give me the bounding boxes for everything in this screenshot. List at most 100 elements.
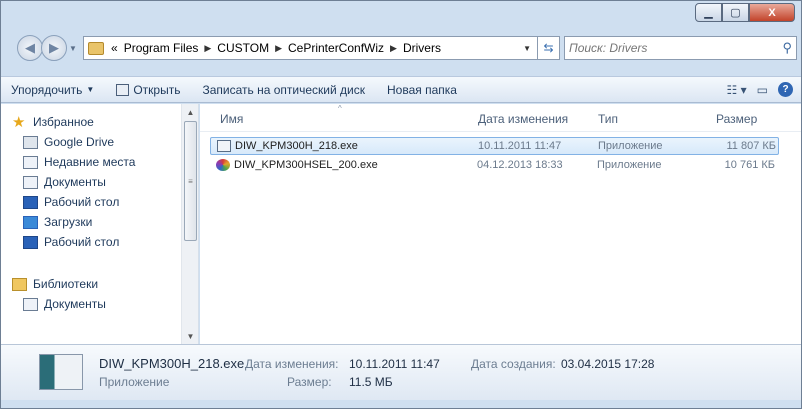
breadcrumb-program-files[interactable]: Program Files xyxy=(124,41,199,55)
back-arrow-icon: ◀ xyxy=(25,40,35,55)
details-size-label: Размер: xyxy=(287,375,332,389)
google-drive-icon xyxy=(23,135,38,149)
nav-label: Google Drive xyxy=(44,135,115,149)
file-type: Приложение xyxy=(598,140,663,152)
nav-desktop-2[interactable]: Рабочий стол xyxy=(1,232,181,252)
breadcrumb-separator-icon[interactable]: ▶ xyxy=(204,43,211,54)
column-date-modified[interactable]: Дата изменения xyxy=(478,112,568,126)
libraries-icon xyxy=(12,277,27,291)
nav-libraries[interactable]: Библиотеки xyxy=(1,274,181,294)
nav-desktop[interactable]: Рабочий стол xyxy=(1,192,181,212)
view-options-icon[interactable]: ☷ ▾ xyxy=(727,83,747,97)
folder-icon xyxy=(88,41,104,55)
document-icon xyxy=(23,175,38,189)
refresh-button[interactable]: ⇆ xyxy=(538,36,560,60)
column-size[interactable]: Размер xyxy=(716,112,757,126)
column-name[interactable]: Имя xyxy=(220,112,243,126)
nav-label: Рабочий стол xyxy=(44,195,120,209)
toolbar-right: ☷ ▾ ▭ ? xyxy=(727,82,793,97)
minimize-icon: ▁ xyxy=(704,7,713,19)
search-input[interactable] xyxy=(569,41,783,55)
file-size: 10 761 КБ xyxy=(724,159,775,171)
nav-scrollbar[interactable]: ▲ ≡ ▼ xyxy=(181,104,198,344)
file-date: 10.11.2011 11:47 xyxy=(478,140,562,152)
breadcrumb-drivers[interactable]: Drivers xyxy=(403,41,441,55)
breadcrumb-ceprinterconfwiz[interactable]: CePrinterConfWiz xyxy=(288,41,384,55)
nav-label: Загрузки xyxy=(44,215,93,229)
navigation-pane: ★ Избранное Google Drive Недавние места Д… xyxy=(1,104,199,344)
back-button[interactable]: ◀ xyxy=(17,35,43,61)
search-box[interactable]: ⚲ xyxy=(564,36,797,60)
nav-label: Библиотеки xyxy=(33,277,99,291)
nav-documents[interactable]: Документы xyxy=(1,172,181,192)
breadcrumb-separator-icon[interactable]: ▶ xyxy=(390,43,397,54)
star-icon: ★ xyxy=(12,113,26,131)
file-type: Приложение xyxy=(597,159,662,171)
recent-pages-dropdown-icon[interactable]: ▼ xyxy=(69,44,79,53)
breadcrumb-separator-icon[interactable]: ▶ xyxy=(275,43,282,54)
help-icon[interactable]: ? xyxy=(778,82,793,97)
column-headers: ^ Имя Дата изменения Тип Размер xyxy=(200,104,801,132)
nav-label: Недавние места xyxy=(44,155,136,169)
details-modified-label: Дата изменения: xyxy=(245,357,339,371)
preview-pane-icon[interactable]: ▭ xyxy=(757,83,768,97)
address-dropdown-icon[interactable]: ▼ xyxy=(523,44,531,53)
document-icon xyxy=(23,297,38,311)
address-row: ◀ ▶ ▼ « Program Files ▶ CUSTOM ▶ CePrint… xyxy=(17,34,797,62)
file-row[interactable]: DIW_KPM300HSEL_200.exe 04.12.2013 18:33 … xyxy=(210,157,779,175)
nav-library-documents[interactable]: Документы xyxy=(1,294,181,314)
minimize-button[interactable]: ▁ xyxy=(695,3,722,22)
scroll-thumb[interactable]: ≡ xyxy=(184,121,197,241)
search-icon[interactable]: ⚲ xyxy=(782,40,792,56)
colorful-app-icon xyxy=(216,159,230,172)
maximize-button[interactable]: ▢ xyxy=(722,3,749,22)
application-large-icon xyxy=(39,354,83,390)
forward-arrow-icon: ▶ xyxy=(49,40,59,55)
navigation-tree: ★ Избранное Google Drive Недавние места Д… xyxy=(1,104,181,344)
close-icon: X xyxy=(768,6,776,19)
open-label: Открыть xyxy=(133,82,181,97)
scroll-up-icon[interactable]: ▲ xyxy=(182,104,199,120)
organize-button[interactable]: Упорядочить ▼ xyxy=(11,83,94,97)
details-kind: Приложение xyxy=(99,375,170,389)
file-list: ^ Имя Дата изменения Тип Размер DIW_KPM3… xyxy=(200,104,801,344)
nav-label: Документы xyxy=(44,297,106,311)
details-size-value: 11.5 МБ xyxy=(349,375,393,389)
maximize-icon: ▢ xyxy=(730,7,741,19)
forward-button[interactable]: ▶ xyxy=(41,35,67,61)
file-size: 11 807 КБ xyxy=(726,140,776,152)
details-modified-value: 10.11.2011 11:47 xyxy=(349,357,440,371)
nav-downloads[interactable]: Загрузки xyxy=(1,212,181,232)
downloads-icon xyxy=(23,215,38,229)
command-bar: Упорядочить ▼ Открыть Записать на оптиче… xyxy=(1,76,801,103)
breadcrumb-overflow[interactable]: « xyxy=(111,41,118,55)
column-type[interactable]: Тип xyxy=(598,112,618,126)
burn-button[interactable]: Записать на оптический диск xyxy=(202,83,365,97)
chevron-down-icon: ▼ xyxy=(86,85,95,94)
explorer-window: ▁ ▢ X ◀ ▶ ▼ « Program Files ▶ CUSTOM ▶ C… xyxy=(0,0,802,409)
scroll-down-icon[interactable]: ▼ xyxy=(182,328,199,344)
recent-places-icon xyxy=(23,155,38,169)
address-bar[interactable]: « Program Files ▶ CUSTOM ▶ CePrinterConf… xyxy=(83,36,538,60)
application-icon xyxy=(116,83,130,96)
sort-ascending-icon: ^ xyxy=(338,104,342,113)
new-folder-button[interactable]: Новая папка xyxy=(387,83,457,97)
file-date: 04.12.2013 18:33 xyxy=(477,159,563,171)
details-pane: DIW_KPM300H_218.exe Приложение Дата изме… xyxy=(1,344,801,400)
nav-recent-places[interactable]: Недавние места xyxy=(1,152,181,172)
organize-label: Упорядочить xyxy=(11,82,83,97)
desktop-icon xyxy=(23,195,38,209)
nav-favorites[interactable]: ★ Избранное xyxy=(1,112,181,132)
breadcrumb-custom[interactable]: CUSTOM xyxy=(217,41,269,55)
details-filename: DIW_KPM300H_218.exe xyxy=(99,356,245,371)
file-name: DIW_KPM300H_218.exe xyxy=(235,140,358,152)
file-row-selected[interactable]: DIW_KPM300H_218.exe 10.11.2011 11:47 При… xyxy=(210,137,779,155)
burn-label: Записать на оптический диск xyxy=(202,82,365,97)
close-button[interactable]: X xyxy=(749,3,795,22)
new-folder-label: Новая папка xyxy=(386,82,457,97)
nav-google-drive[interactable]: Google Drive xyxy=(1,132,181,152)
details-created-value: 03.04.2015 17:28 xyxy=(561,357,655,371)
window-controls: ▁ ▢ X xyxy=(695,3,795,22)
file-name-cell: DIW_KPM300HSEL_200.exe xyxy=(216,159,378,172)
open-button[interactable]: Открыть xyxy=(116,83,180,97)
